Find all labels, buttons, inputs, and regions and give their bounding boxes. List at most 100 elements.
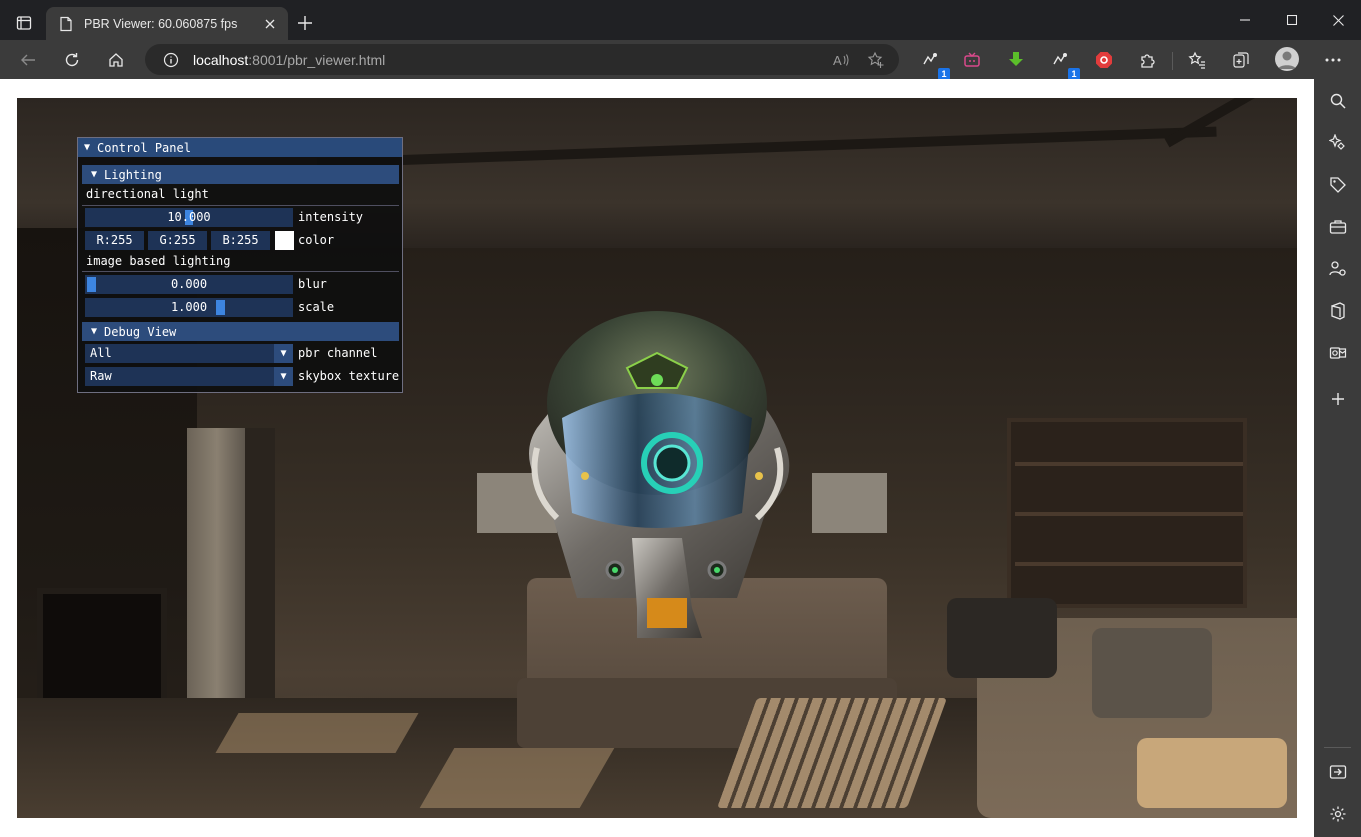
sunlight-patch — [215, 713, 419, 753]
sidebar-copilot-button[interactable] — [1326, 131, 1350, 155]
url-host: localhost — [193, 51, 249, 68]
user-avatar-icon — [1278, 51, 1296, 69]
sidebar-search-button[interactable] — [1326, 89, 1350, 113]
extension-button-4[interactable]: 1 — [1044, 44, 1080, 80]
color-label: color — [298, 233, 335, 247]
new-tab-button[interactable] — [292, 9, 318, 37]
toolbox-icon — [1329, 220, 1347, 234]
tab-actions-icon — [16, 16, 32, 30]
extension-cloud-icon — [923, 53, 937, 65]
pbr-channel-combo[interactable]: All ▼ — [85, 344, 293, 363]
tab-strip: PBR Viewer: 60.060875 fps — [0, 0, 1361, 40]
sofa-pillow — [1092, 628, 1212, 718]
color-swatch[interactable] — [275, 231, 294, 250]
ibl-label: image based lighting — [86, 254, 231, 268]
minimize-icon — [1240, 19, 1250, 21]
more-dots-icon — [1325, 58, 1341, 62]
intensity-drag-field[interactable]: 10.000 — [85, 208, 293, 227]
profile-avatar[interactable] — [1275, 47, 1299, 71]
color-r-value: R:255 — [96, 233, 133, 247]
dropdown-arrow-icon[interactable]: ▼ — [274, 344, 293, 363]
read-aloud-icon[interactable]: A — [832, 51, 850, 69]
collapse-arrow-icon[interactable]: ▼ — [84, 142, 90, 153]
separator — [82, 205, 399, 206]
coffee-table — [716, 698, 948, 808]
sidebar-add-button[interactable] — [1326, 387, 1350, 411]
bookshelf — [1007, 418, 1247, 608]
debug-view-header[interactable]: ▼ Debug View — [82, 322, 399, 341]
color-g-value: G:255 — [159, 233, 196, 247]
maximize-button[interactable] — [1269, 0, 1315, 40]
home-button[interactable] — [100, 44, 132, 76]
intensity-label: intensity — [298, 210, 364, 224]
navigation-toolbar: localhost:8001/pbr_viewer.html A 1 1 — [0, 40, 1361, 80]
control-panel-title: Control Panel — [97, 140, 191, 155]
debug-view-header-label: Debug View — [104, 324, 177, 339]
refresh-icon — [65, 53, 79, 67]
settings-more-button[interactable] — [1317, 44, 1349, 76]
separator — [82, 271, 399, 272]
sidebar-settings-button[interactable] — [1326, 802, 1350, 826]
sidebar-hide-button[interactable] — [1326, 760, 1350, 784]
lighting-header[interactable]: ▼ Lighting — [82, 165, 399, 184]
exit-panel-icon — [1329, 765, 1347, 779]
close-icon — [265, 19, 275, 28]
refresh-button[interactable] — [56, 44, 88, 76]
sidebar-shopping-button[interactable] — [1326, 173, 1350, 197]
site-info-icon[interactable] — [163, 52, 179, 68]
tab-actions-button[interactable] — [8, 8, 40, 38]
extension-button-3[interactable] — [1000, 44, 1032, 76]
close-icon — [1332, 14, 1344, 26]
add-icon — [1332, 393, 1344, 405]
sidebar-people-button[interactable] — [1326, 257, 1350, 281]
color-r-field[interactable]: R:255 — [85, 231, 144, 250]
control-panel[interactable]: ▼ Control Panel ▼ Lighting directional l… — [77, 137, 403, 393]
home-icon — [109, 53, 123, 67]
page-viewport: ▼ Control Panel ▼ Lighting directional l… — [0, 79, 1314, 837]
control-panel-titlebar[interactable]: ▼ Control Panel — [78, 138, 402, 157]
extension-button-1[interactable]: 1 — [914, 44, 950, 80]
pbr-canvas[interactable]: ▼ Control Panel ▼ Lighting directional l… — [17, 98, 1297, 818]
scale-value: 1.000 — [170, 300, 208, 314]
sidebar-office-button[interactable] — [1326, 299, 1350, 323]
people-settings-icon — [1329, 261, 1346, 276]
color-g-field[interactable]: G:255 — [148, 231, 207, 250]
settings-gear-icon — [1330, 806, 1346, 822]
pbr-channel-label: pbr channel — [298, 346, 378, 360]
close-window-button[interactable] — [1315, 0, 1361, 40]
extension-tv-icon — [964, 52, 980, 67]
back-button[interactable] — [12, 44, 44, 76]
extension-button-2[interactable] — [956, 44, 988, 76]
tab-title: PBR Viewer: 60.060875 fps — [84, 16, 238, 31]
svg-text:A: A — [833, 53, 842, 68]
active-tab[interactable]: PBR Viewer: 60.060875 fps — [46, 7, 288, 40]
address-bar[interactable]: localhost:8001/pbr_viewer.html A — [145, 44, 899, 75]
extension-cloud-icon — [1053, 53, 1067, 65]
sidebar-tools-button[interactable] — [1326, 215, 1350, 239]
minimize-button[interactable] — [1222, 0, 1268, 40]
scale-slider[interactable]: 1.000 — [85, 298, 293, 317]
scale-label: scale — [298, 300, 335, 314]
sofa-pillow — [1137, 738, 1287, 808]
helmet-model — [529, 311, 790, 638]
extensions-button[interactable] — [1132, 44, 1164, 76]
favorites-button[interactable] — [1181, 44, 1213, 76]
skybox-texture-label: skybox texture — [298, 369, 400, 383]
maximize-icon — [1287, 15, 1297, 25]
collections-button[interactable] — [1225, 44, 1257, 76]
add-favorite-icon[interactable] — [867, 51, 885, 69]
skybox-texture-combo[interactable]: Raw ▼ — [85, 367, 293, 386]
blur-label: blur — [298, 277, 327, 291]
color-b-value: B:255 — [222, 233, 259, 247]
tab-close-button[interactable] — [258, 12, 282, 36]
skybox-texture-value: Raw — [90, 369, 112, 383]
blur-slider[interactable]: 0.000 — [85, 275, 293, 294]
wall-pictures — [812, 473, 887, 533]
dropdown-arrow-icon[interactable]: ▼ — [274, 367, 293, 386]
directional-light-label: directional light — [86, 187, 209, 201]
color-b-field[interactable]: B:255 — [211, 231, 270, 250]
favorites-star-icon — [1188, 51, 1205, 69]
sidebar-outlook-button[interactable] — [1326, 341, 1350, 365]
plus-icon — [298, 16, 312, 30]
extension-button-5[interactable] — [1088, 44, 1120, 76]
